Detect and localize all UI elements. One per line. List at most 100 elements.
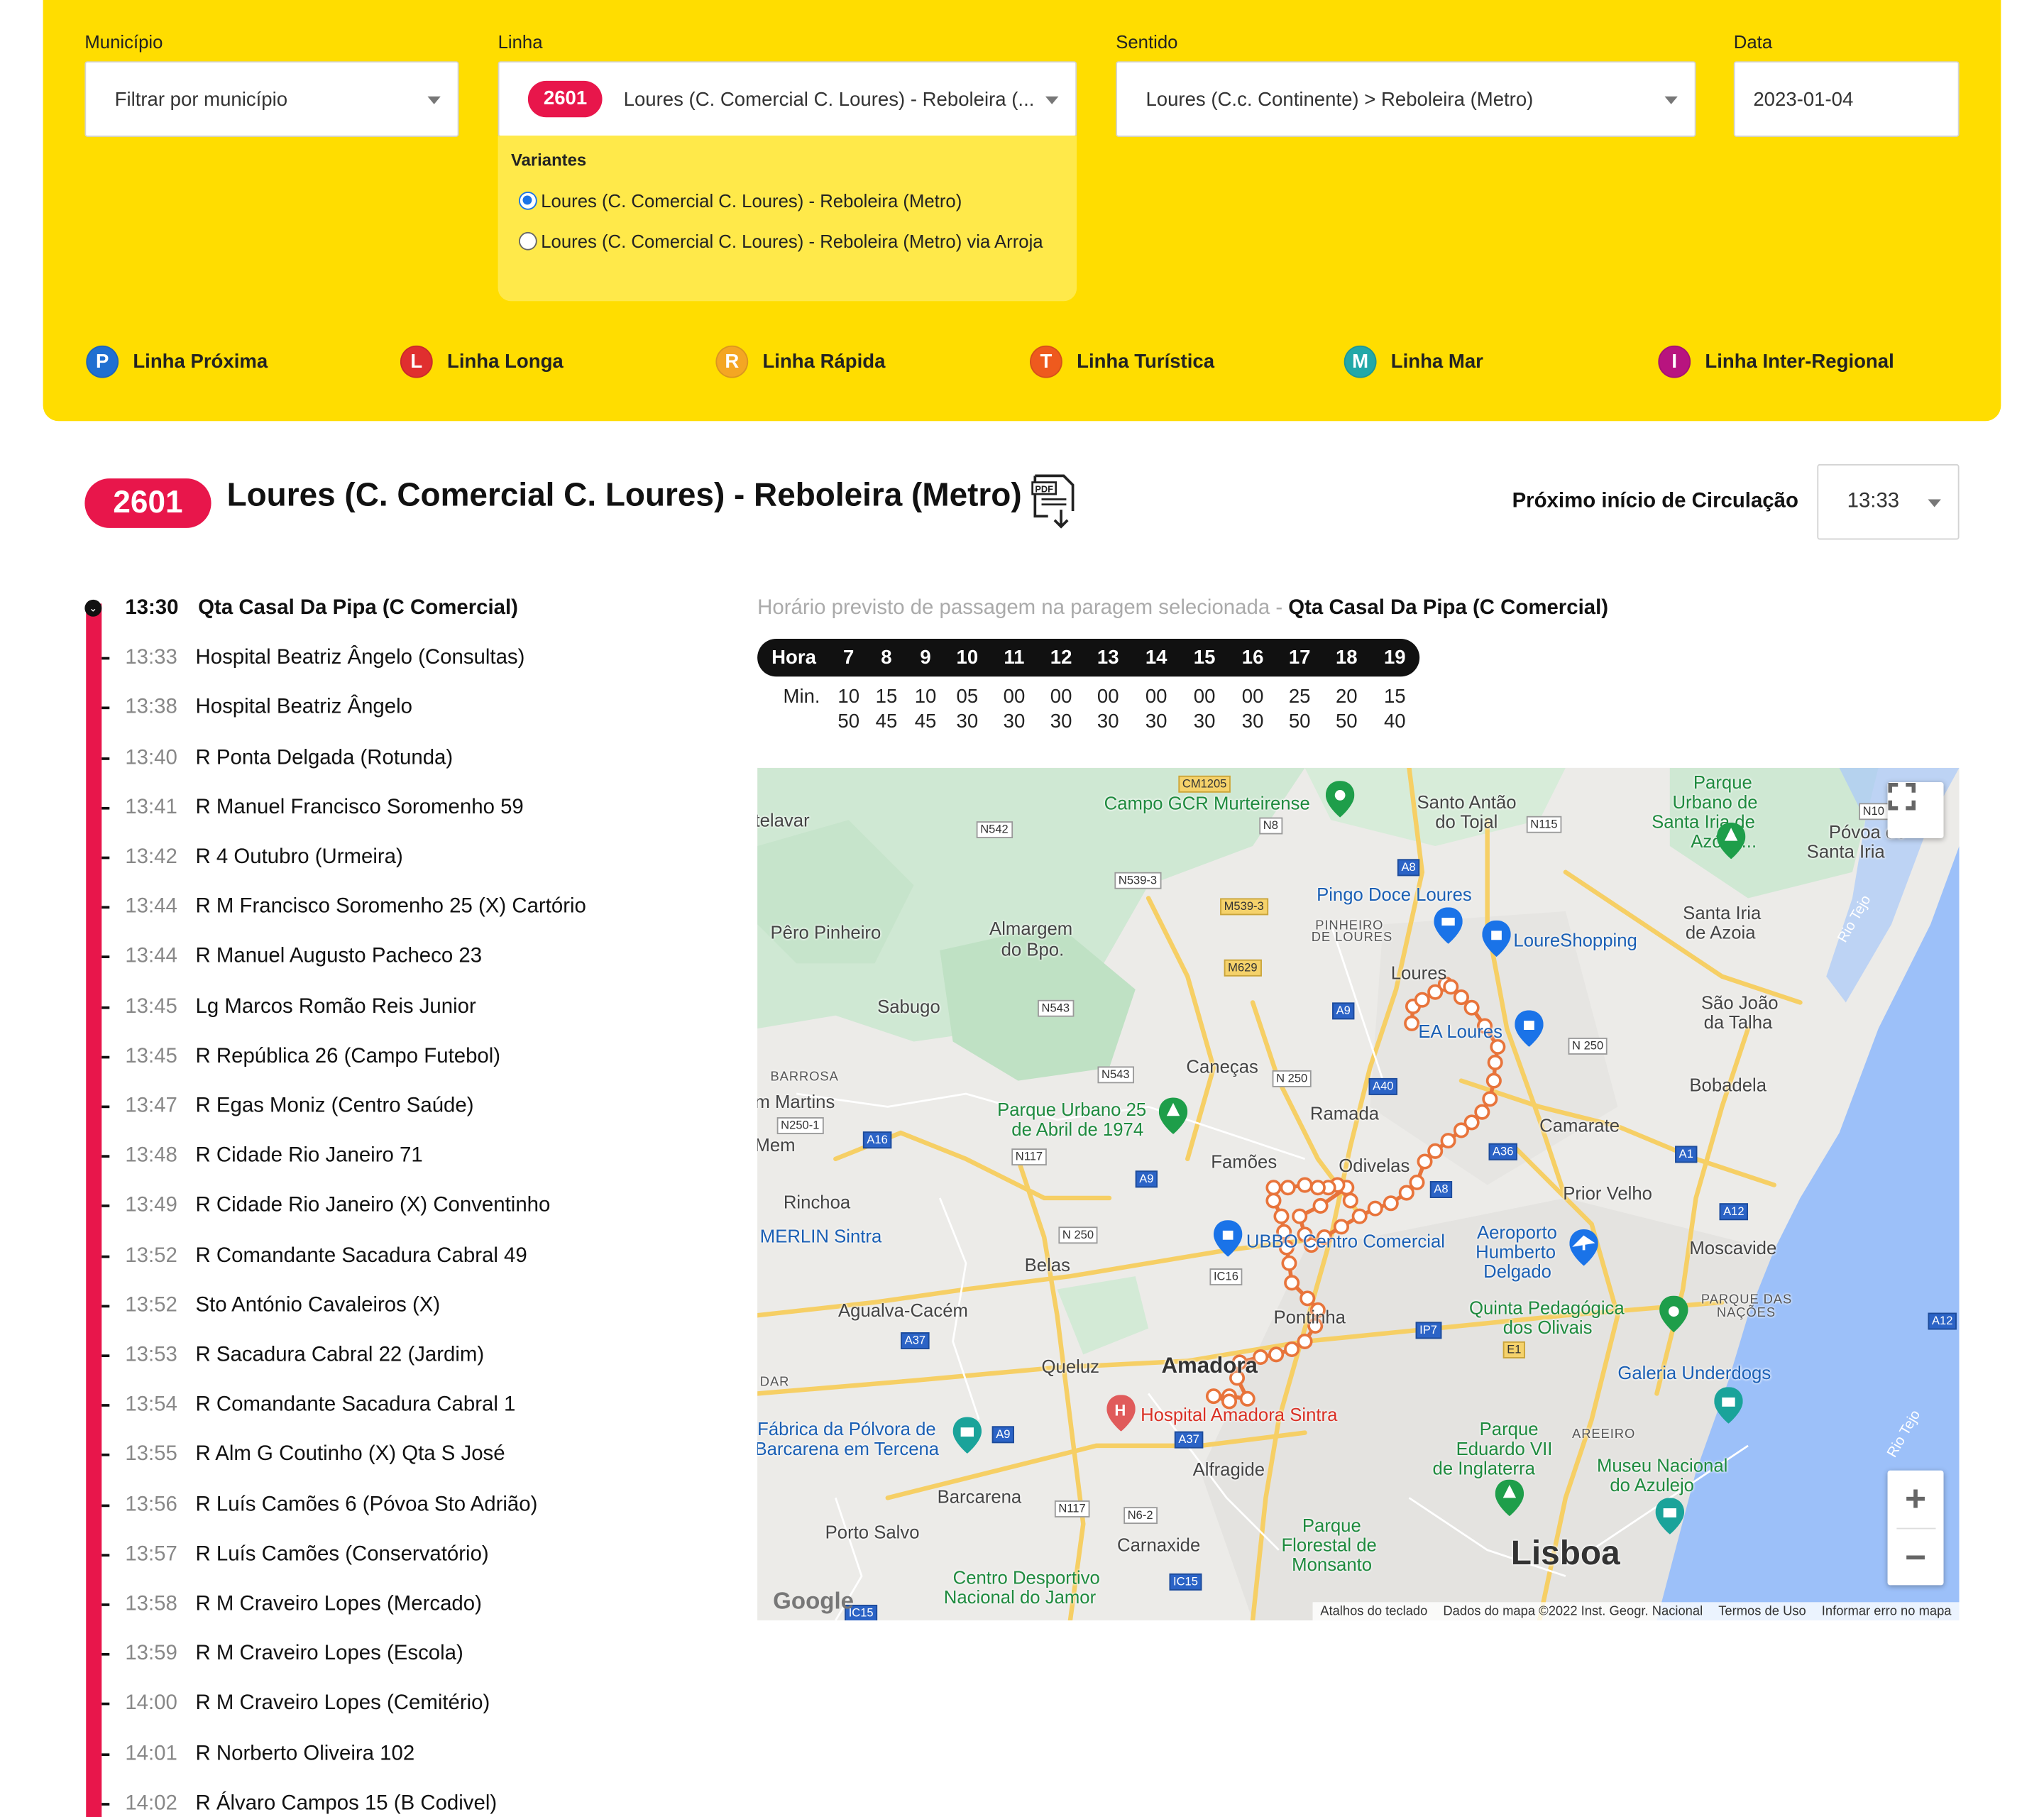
route-stop-marker[interactable] [1427, 1143, 1444, 1159]
route-stop-marker[interactable] [1383, 1195, 1399, 1212]
route-stop-marker[interactable] [1281, 1255, 1297, 1271]
museum-pin-icon[interactable] [1655, 1498, 1685, 1535]
route-stop-marker[interactable] [1417, 1153, 1433, 1170]
data-label: Data [1733, 31, 1773, 53]
next-start-select[interactable]: 13:33 [1817, 463, 1960, 540]
road-shield: A8 [1429, 1181, 1453, 1198]
chevron-down-icon[interactable]: ⌄ [84, 599, 102, 617]
route-stop-marker[interactable] [1265, 1192, 1282, 1209]
route-stop-marker[interactable] [1398, 1185, 1414, 1201]
route-stop-marker[interactable] [1273, 1208, 1290, 1224]
stop-name: R M Craveiro Lopes (Cemitério) [195, 1692, 490, 1715]
museum-pin-icon[interactable] [1714, 1387, 1743, 1424]
variant-option-1[interactable]: Loures (C. Comercial C. Loures) - Rebole… [519, 190, 1053, 212]
stop-name: R M Craveiro Lopes (Mercado) [195, 1593, 482, 1615]
map-label: Delgado [1483, 1261, 1551, 1282]
stop-tick [101, 1305, 110, 1307]
stop-name: Qta Casal Da Pipa (C Comercial) [198, 597, 518, 620]
stop-time: 13:45 [125, 1045, 177, 1067]
sentido-label: Sentido [1116, 31, 1178, 53]
route-stop-marker[interactable] [1409, 1174, 1425, 1190]
route-stop-marker[interactable] [1482, 1091, 1498, 1107]
route-stop-marker[interactable] [1284, 1275, 1300, 1291]
stop-time: 13:57 [125, 1543, 177, 1566]
stop-tick [101, 1354, 110, 1358]
zoom-in-button[interactable]: + [1905, 1471, 1926, 1528]
route-stop-marker[interactable] [1414, 992, 1430, 1008]
park-pin-icon[interactable] [1716, 822, 1746, 860]
fullscreen-icon[interactable] [1887, 782, 1944, 838]
shopping-cart-pin-icon[interactable] [1434, 907, 1463, 944]
road-shield: A1 [1675, 1146, 1698, 1163]
route-stop-marker[interactable] [1292, 1208, 1308, 1224]
report-error-link[interactable]: Informar erro no mapa [1822, 1604, 1952, 1618]
route-stop-marker[interactable] [1297, 1333, 1313, 1349]
legend-turistica: T Linha Turística [1029, 345, 1214, 378]
radio-unselected[interactable] [519, 231, 537, 251]
road-shield: A8 [1397, 859, 1420, 877]
route-stop-marker[interactable] [1453, 989, 1469, 1006]
schedule-hour: 14 [1145, 647, 1167, 669]
terms-link[interactable]: Termos de Uso [1718, 1604, 1806, 1618]
route-stop-marker[interactable] [1490, 1038, 1506, 1055]
route-stop-marker[interactable] [1300, 1290, 1316, 1307]
route-stop-marker[interactable] [1367, 1200, 1383, 1217]
municipio-select[interactable]: Filtrar por município [84, 61, 459, 137]
map-label: Quinta Pedagógica [1468, 1297, 1625, 1318]
route-stop-marker[interactable] [1453, 1122, 1469, 1138]
paw-pin-icon[interactable] [1659, 1295, 1688, 1333]
route-stop-marker[interactable] [1205, 1388, 1221, 1405]
route-stop-marker[interactable] [1280, 1180, 1296, 1196]
linha-select[interactable]: 2601 Loures (C. Comercial C. Loures) - R… [498, 61, 1077, 137]
variant-option-2[interactable]: Loures (C. Comercial C. Loures) - Rebole… [519, 231, 1053, 253]
route-stop-marker[interactable] [1440, 1133, 1456, 1149]
schedule-min-label: Min. [783, 686, 820, 708]
schedule-hour: 12 [1050, 647, 1072, 669]
map-label: São João [1700, 992, 1779, 1014]
sentido-select[interactable]: Loures (C.c. Continente) > Reboleira (Me… [1116, 61, 1696, 137]
schedule-hour: 13 [1097, 647, 1119, 669]
route-stop-marker[interactable] [1342, 1192, 1358, 1209]
road-shield: N117 [1011, 1148, 1047, 1166]
map-label: Lisboa [1510, 1532, 1620, 1573]
route-stop-marker[interactable] [1309, 1180, 1326, 1196]
route-stop-marker[interactable] [1463, 999, 1480, 1016]
museum-pin-icon[interactable] [952, 1417, 982, 1454]
route-stop-marker[interactable] [1268, 1346, 1285, 1363]
airport-pin-icon[interactable] [1569, 1229, 1598, 1266]
pdf-download-icon[interactable]: PDF [1030, 472, 1079, 532]
route-stop-marker[interactable] [1351, 1208, 1368, 1224]
schedule-minute: 20 [1335, 686, 1358, 708]
stop-time: 13:38 [125, 696, 177, 719]
shopping-bag-pin-icon[interactable] [1515, 1010, 1544, 1047]
schedule-hour: 17 [1288, 647, 1311, 669]
route-stop-marker[interactable] [1404, 1015, 1420, 1031]
badge-i-icon: I [1658, 345, 1691, 378]
zoom-out-button[interactable]: − [1905, 1529, 1926, 1585]
keyboard-shortcuts-link[interactable]: Atalhos do teclado [1320, 1604, 1427, 1618]
route-stop-marker[interactable] [1487, 1054, 1503, 1070]
hospital-pin-icon[interactable]: H [1106, 1395, 1136, 1432]
shopping-bag-pin-icon[interactable] [1482, 920, 1511, 957]
park-pin-icon[interactable] [1158, 1097, 1188, 1134]
route-stop-marker[interactable] [1284, 1341, 1300, 1358]
route-stop-marker[interactable] [1265, 1180, 1282, 1196]
route-stop-marker[interactable] [1297, 1177, 1313, 1193]
map-label: Sabugo [877, 996, 940, 1017]
park-pin-icon[interactable] [1495, 1479, 1524, 1517]
map-pin-icon[interactable] [1325, 781, 1355, 818]
route-stop-marker[interactable] [1474, 1104, 1490, 1120]
route-map[interactable]: telavar Campo GCR Murteirense Santo Antã… [757, 767, 1960, 1621]
badge-t-icon: T [1029, 345, 1062, 378]
radio-selected[interactable] [519, 191, 537, 210]
route-stop-marker[interactable] [1312, 1197, 1329, 1214]
road-shield: N117 [1054, 1500, 1090, 1517]
map-label: Parque Urbano 25 [997, 1099, 1147, 1120]
date-input[interactable]: 2023-01-04 [1733, 61, 1960, 137]
route-stop-marker[interactable] [1485, 1072, 1502, 1089]
stop-tick [101, 1454, 110, 1457]
legend-label: Linha Mar [1390, 351, 1483, 373]
shopping-bag-pin-icon[interactable] [1213, 1220, 1243, 1257]
stop-name: R Alm G Coutinho (X) Qta S José [195, 1443, 505, 1466]
stop-name: Hospital Beatriz Ângelo (Consultas) [195, 647, 525, 669]
